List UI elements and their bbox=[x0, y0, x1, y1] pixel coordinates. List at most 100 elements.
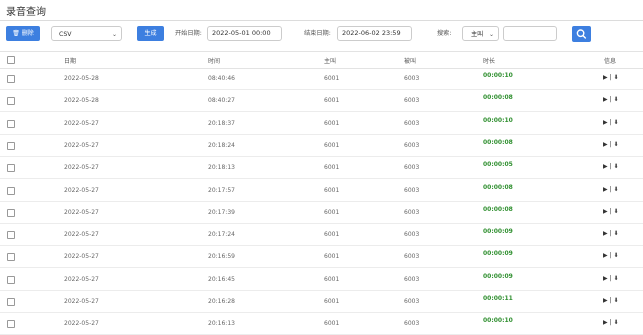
cell-duration: 00:00:08 bbox=[483, 205, 513, 213]
start-date-input[interactable]: 2022-05-01 00:00 bbox=[207, 26, 282, 41]
cell-duration: 00:00:08 bbox=[483, 94, 513, 102]
cell-time: 20:16:45 bbox=[208, 275, 235, 283]
row-checkbox[interactable] bbox=[7, 75, 15, 83]
chevron-down-icon: ⌄ bbox=[111, 31, 117, 38]
cell-callee: 6003 bbox=[404, 164, 420, 172]
row-checkbox[interactable] bbox=[7, 119, 15, 128]
cell-callee: 6003 bbox=[404, 320, 420, 328]
row-actions[interactable]: ▶ | ⬇ bbox=[603, 186, 618, 193]
cell-date: 2022-05-27 bbox=[64, 231, 99, 239]
delete-button[interactable]: 🗑 删除 bbox=[6, 26, 40, 41]
cell-caller: 6001 bbox=[324, 75, 340, 82]
cell-callee: 6003 bbox=[404, 208, 420, 216]
row-actions[interactable]: ▶ | ⬇ bbox=[603, 96, 618, 103]
generate-button[interactable]: 生成 bbox=[137, 26, 164, 41]
cell-date: 2022-05-28 bbox=[64, 75, 99, 82]
table-row: 2022-05-27 20:17:39 6001 6003 00:00:08 ▶ | ⬇ bbox=[0, 201, 643, 224]
cell-time: 20:17:24 bbox=[208, 231, 235, 239]
row-actions[interactable]: ▶ | ⬇ bbox=[603, 230, 618, 237]
cell-duration: 00:00:09 bbox=[483, 272, 513, 280]
toolbar: 🗑 删除 CSV ⌄ 生成 开始日期: 2022-05-01 00:00 结束日… bbox=[0, 25, 643, 45]
format-select-value: CSV bbox=[59, 31, 72, 38]
cell-date: 2022-05-27 bbox=[64, 208, 99, 216]
cell-caller: 6001 bbox=[324, 164, 340, 172]
cell-caller: 6001 bbox=[324, 231, 340, 239]
search-label: 搜索: bbox=[437, 30, 452, 37]
table-row: 2022-05-27 20:16:28 6001 6003 00:00:11 ▶ | ⬇ bbox=[0, 290, 643, 313]
chevron-down-icon: ⌄ bbox=[488, 31, 494, 38]
header-info: 信息 bbox=[604, 58, 617, 65]
row-checkbox[interactable] bbox=[7, 253, 15, 262]
header-callee: 被叫 bbox=[404, 58, 417, 65]
cell-caller: 6001 bbox=[324, 275, 340, 283]
cell-caller: 6001 bbox=[324, 97, 340, 105]
row-checkbox[interactable] bbox=[7, 275, 15, 284]
row-actions[interactable]: ▶ | ⬇ bbox=[603, 297, 618, 304]
cell-callee: 6003 bbox=[404, 298, 420, 305]
select-all-checkbox[interactable] bbox=[7, 56, 15, 64]
cell-date: 2022-05-27 bbox=[64, 275, 99, 283]
row-checkbox[interactable] bbox=[7, 298, 15, 306]
table-row: 2022-05-28 08:40:46 6001 6003 00:00:10 ▶ | ⬇ bbox=[0, 67, 643, 90]
row-checkbox[interactable] bbox=[7, 164, 15, 173]
cell-date: 2022-05-27 bbox=[64, 186, 99, 194]
page-title: 录音查询 bbox=[6, 7, 46, 18]
start-date-label: 开始日期: bbox=[175, 30, 202, 37]
row-actions[interactable]: ▶ | ⬇ bbox=[603, 208, 618, 215]
cell-date: 2022-05-28 bbox=[64, 97, 99, 105]
cell-callee: 6003 bbox=[404, 97, 420, 105]
table-row: 2022-05-27 20:17:57 6001 6003 00:00:08 ▶ | ⬇ bbox=[0, 179, 643, 202]
cell-duration: 00:00:08 bbox=[483, 183, 513, 191]
row-checkbox[interactable] bbox=[7, 97, 15, 106]
cell-date: 2022-05-27 bbox=[64, 298, 99, 305]
search-button[interactable] bbox=[572, 26, 591, 42]
table-row: 2022-05-27 20:16:59 6001 6003 00:00:09 ▶ | ⬇ bbox=[0, 245, 643, 269]
cell-caller: 6001 bbox=[324, 141, 340, 149]
end-date-label: 结束日期: bbox=[304, 30, 331, 37]
search-icon bbox=[576, 29, 587, 39]
row-checkbox[interactable] bbox=[7, 208, 15, 217]
row-actions[interactable]: ▶ | ⬇ bbox=[603, 252, 618, 259]
cell-callee: 6003 bbox=[404, 186, 420, 194]
cell-duration: 00:00:09 bbox=[483, 250, 513, 258]
row-actions[interactable]: ▶ | ⬇ bbox=[603, 163, 618, 170]
cell-callee: 6003 bbox=[404, 75, 420, 82]
cell-callee: 6003 bbox=[404, 275, 420, 283]
table-row: 2022-05-27 20:18:37 6001 6003 00:00:10 ▶ | ⬇ bbox=[0, 112, 643, 135]
cell-callee: 6003 bbox=[404, 231, 420, 239]
cell-caller: 6001 bbox=[324, 186, 340, 194]
row-checkbox[interactable] bbox=[7, 186, 15, 195]
trash-icon: 🗑 bbox=[12, 30, 20, 37]
row-actions[interactable]: ▶ | ⬇ bbox=[603, 119, 618, 126]
row-actions[interactable]: ▶ | ⬇ bbox=[603, 141, 618, 148]
cell-duration: 00:00:09 bbox=[483, 228, 513, 236]
row-checkbox[interactable] bbox=[7, 231, 15, 240]
cell-duration: 00:00:05 bbox=[483, 161, 513, 169]
cell-date: 2022-05-27 bbox=[64, 253, 99, 261]
end-date-input[interactable]: 2022-06-02 23:59 bbox=[337, 26, 412, 41]
header-caller: 主叫 bbox=[324, 58, 337, 65]
header-duration: 时长 bbox=[483, 58, 496, 65]
row-actions[interactable]: ▶ | ⬇ bbox=[603, 275, 618, 282]
cell-date: 2022-05-27 bbox=[64, 320, 99, 328]
cell-duration: 00:00:10 bbox=[483, 72, 513, 79]
row-actions[interactable]: ▶ | ⬇ bbox=[603, 319, 618, 326]
cell-duration: 00:00:10 bbox=[483, 116, 513, 124]
cell-date: 2022-05-27 bbox=[64, 119, 99, 127]
delete-button-label: 删除 bbox=[21, 30, 34, 37]
cell-time: 20:17:39 bbox=[208, 208, 235, 216]
cell-caller: 6001 bbox=[324, 320, 340, 328]
row-checkbox[interactable] bbox=[7, 320, 15, 329]
cell-time: 08:40:46 bbox=[208, 75, 235, 82]
search-field-select[interactable]: 主叫 ⌄ bbox=[462, 26, 499, 41]
cell-time: 08:40:27 bbox=[208, 97, 235, 105]
search-input[interactable] bbox=[503, 26, 557, 41]
header-time: 时间 bbox=[208, 58, 221, 65]
table-row: 2022-05-27 20:17:24 6001 6003 00:00:09 ▶ | ⬇ bbox=[0, 223, 643, 247]
format-select[interactable]: CSV ⌄ bbox=[51, 26, 122, 41]
cell-duration: 00:00:10 bbox=[483, 317, 513, 325]
cell-caller: 6001 bbox=[324, 119, 340, 127]
row-actions[interactable]: ▶ | ⬇ bbox=[603, 74, 618, 81]
row-checkbox[interactable] bbox=[7, 141, 15, 150]
cell-duration: 00:00:08 bbox=[483, 138, 513, 146]
